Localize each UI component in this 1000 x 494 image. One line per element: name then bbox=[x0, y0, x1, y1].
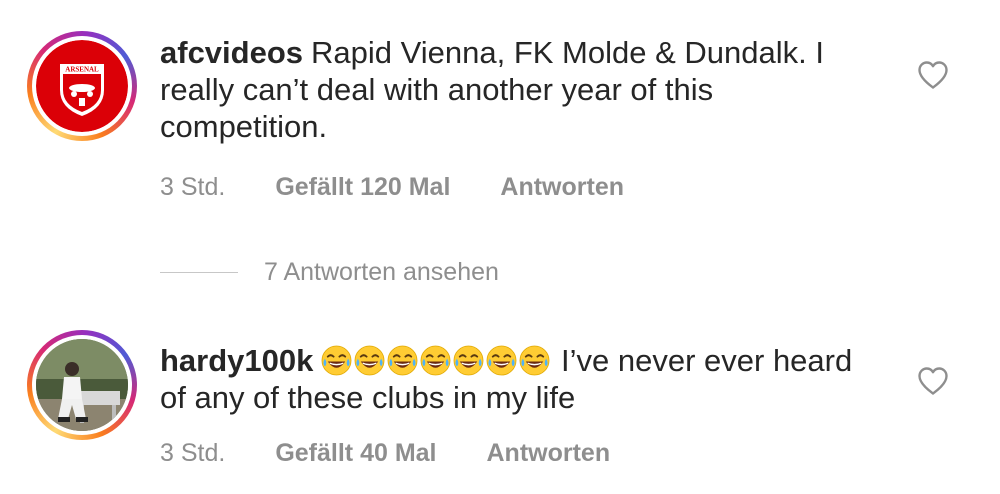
view-replies-label: 7 Antworten ansehen bbox=[264, 258, 499, 286]
username[interactable]: afcvideos bbox=[160, 35, 303, 70]
reply-button[interactable]: Antworten bbox=[487, 439, 611, 468]
tears-of-joy-emoji bbox=[519, 345, 550, 376]
avatar-ring[interactable]: ARSENAL bbox=[27, 31, 137, 141]
crest-lettering: ARSENAL bbox=[65, 66, 99, 74]
avatar-ring[interactable] bbox=[27, 330, 137, 440]
replies-divider bbox=[160, 272, 238, 273]
tears-of-joy-emoji bbox=[453, 345, 484, 376]
emoji-row bbox=[321, 343, 561, 378]
timestamp: 3 Std. bbox=[160, 173, 226, 201]
comment-body: afcvideos Rapid Vienna, FK Molde & Dundal… bbox=[160, 34, 880, 145]
arsenal-crest-icon: ARSENAL bbox=[36, 40, 128, 132]
user-photo-avatar bbox=[36, 339, 128, 431]
username[interactable]: hardy100k bbox=[160, 343, 313, 378]
heart-icon[interactable] bbox=[917, 60, 949, 90]
comment-afcvideos: ARSENAL afcvideos Rapid Vienna, FK Molde … bbox=[0, 0, 1000, 240]
likes-count[interactable]: Gefällt 40 Mal bbox=[275, 439, 436, 468]
tears-of-joy-emoji bbox=[354, 345, 385, 376]
comment-meta: 3 Std. Gefällt 120 Mal Antworten bbox=[160, 173, 624, 202]
comment-meta: 3 Std. Gefällt 40 Mal Antworten bbox=[160, 439, 610, 468]
comment-body: hardy100k I’ve never ever heard of any o… bbox=[160, 342, 880, 416]
avatar-border: ARSENAL bbox=[32, 36, 132, 136]
tears-of-joy-emoji bbox=[420, 345, 451, 376]
likes-count[interactable]: Gefällt 120 Mal bbox=[275, 173, 450, 202]
tears-of-joy-emoji bbox=[486, 345, 517, 376]
avatar-border bbox=[32, 335, 132, 435]
tears-of-joy-emoji bbox=[387, 345, 418, 376]
timestamp: 3 Std. bbox=[160, 439, 226, 467]
tears-of-joy-emoji bbox=[321, 345, 352, 376]
reply-button[interactable]: Antworten bbox=[500, 173, 624, 202]
comment-hardy100k: hardy100k I’ve never ever heard of any o… bbox=[0, 300, 1000, 494]
view-replies-link[interactable]: 7 Antworten ansehen bbox=[160, 258, 499, 287]
heart-icon[interactable] bbox=[917, 366, 949, 396]
